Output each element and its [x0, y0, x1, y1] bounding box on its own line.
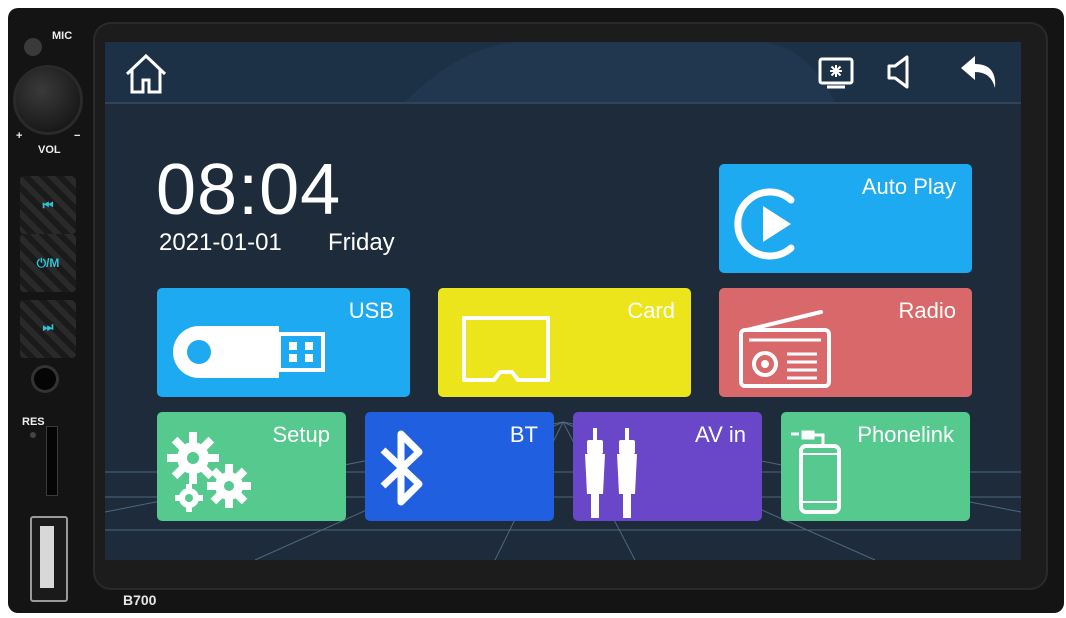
volume-knob[interactable]	[16, 68, 80, 132]
play-circle-icon	[734, 188, 795, 260]
usb-drive-icon	[173, 326, 325, 378]
volume-icon[interactable]	[885, 54, 913, 90]
radio-icon	[739, 310, 831, 388]
prev-track-icon: ⏮	[42, 198, 54, 212]
power-icon: ⏻/M	[36, 256, 60, 270]
tile-usb[interactable]: USB	[157, 288, 410, 397]
home-icon[interactable]	[123, 52, 169, 96]
tile-radio-label: Radio	[898, 298, 956, 323]
next-track-button[interactable]: ⏭	[20, 300, 76, 358]
clock-time: 08:04	[156, 150, 342, 230]
tile-setup[interactable]: Setup	[157, 412, 346, 521]
usb-port[interactable]	[30, 516, 68, 602]
clock-date: 2021-01-01	[159, 229, 282, 256]
card-slot[interactable]	[46, 426, 58, 496]
vol-plus-label: +	[16, 130, 23, 142]
power-mode-button[interactable]: ⏻/M	[20, 234, 76, 292]
tile-card[interactable]: Card	[438, 288, 691, 397]
mic-hole	[24, 38, 42, 56]
tile-radio[interactable]: Radio	[719, 288, 972, 397]
back-icon[interactable]	[957, 52, 1001, 92]
phone-icon	[791, 430, 841, 514]
prev-track-button[interactable]: ⏮	[20, 176, 76, 234]
model-label: B700	[123, 592, 157, 608]
topbar-divider	[105, 102, 1021, 104]
tile-phonelink[interactable]: Phonelink	[781, 412, 970, 521]
tile-auto-play-label: Auto Play	[861, 174, 956, 199]
tile-bt-label: BT	[509, 422, 538, 447]
brightness-icon[interactable]	[817, 56, 855, 90]
bluetooth-icon	[380, 430, 423, 506]
rca-cable-icon	[585, 428, 637, 518]
screen: 08:04 2021-01-01 Friday Auto Play USB Ca…	[105, 42, 1021, 560]
aux-jack[interactable]	[34, 368, 56, 390]
tile-av-in-label: AV in	[695, 422, 746, 447]
tile-bt[interactable]: BT	[365, 412, 554, 521]
clock-weekday: Friday	[328, 229, 395, 256]
tile-card-label: Card	[627, 298, 675, 323]
gears-icon	[167, 432, 251, 512]
tile-setup-label: Setup	[272, 422, 331, 447]
tile-usb-label: USB	[348, 298, 394, 323]
reset-hole[interactable]	[30, 432, 36, 438]
reset-label: RES	[22, 416, 45, 428]
tile-phonelink-label: Phonelink	[857, 422, 954, 447]
next-track-icon: ⏭	[42, 320, 54, 334]
sd-card-icon	[462, 316, 550, 382]
tile-av-in[interactable]: AV in	[573, 412, 762, 521]
vol-label: VOL	[38, 144, 61, 156]
mic-label: MIC	[52, 30, 73, 42]
tile-auto-play[interactable]: Auto Play	[719, 164, 972, 273]
vol-minus-label: −	[74, 130, 81, 142]
